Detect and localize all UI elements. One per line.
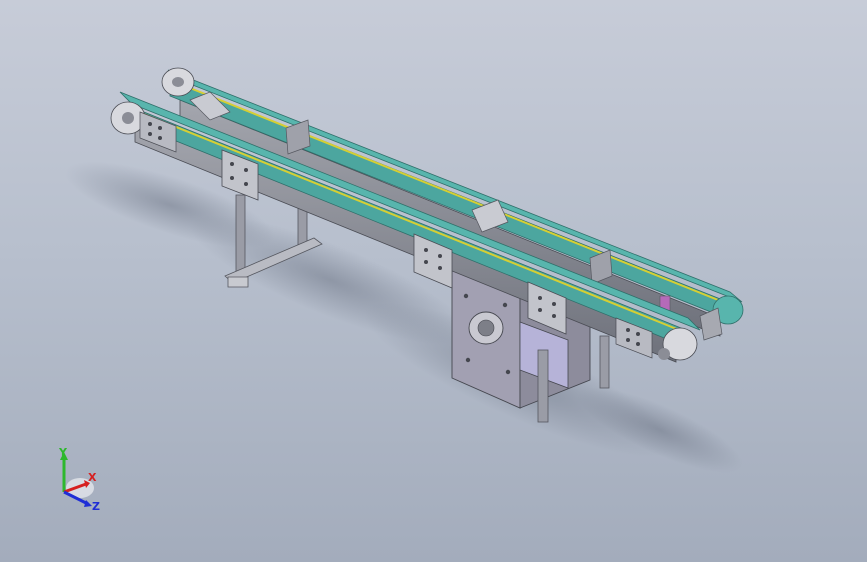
conveyor-model[interactable] bbox=[0, 0, 867, 562]
triad-y-label: Y bbox=[59, 446, 67, 459]
graphics-viewport[interactable]: Y X Z bbox=[0, 0, 867, 562]
triad-icon bbox=[60, 452, 94, 507]
coordinate-triad: Y X Z bbox=[40, 440, 120, 520]
triad-z-label: Z bbox=[92, 500, 100, 513]
triad-x-label: X bbox=[88, 471, 97, 484]
